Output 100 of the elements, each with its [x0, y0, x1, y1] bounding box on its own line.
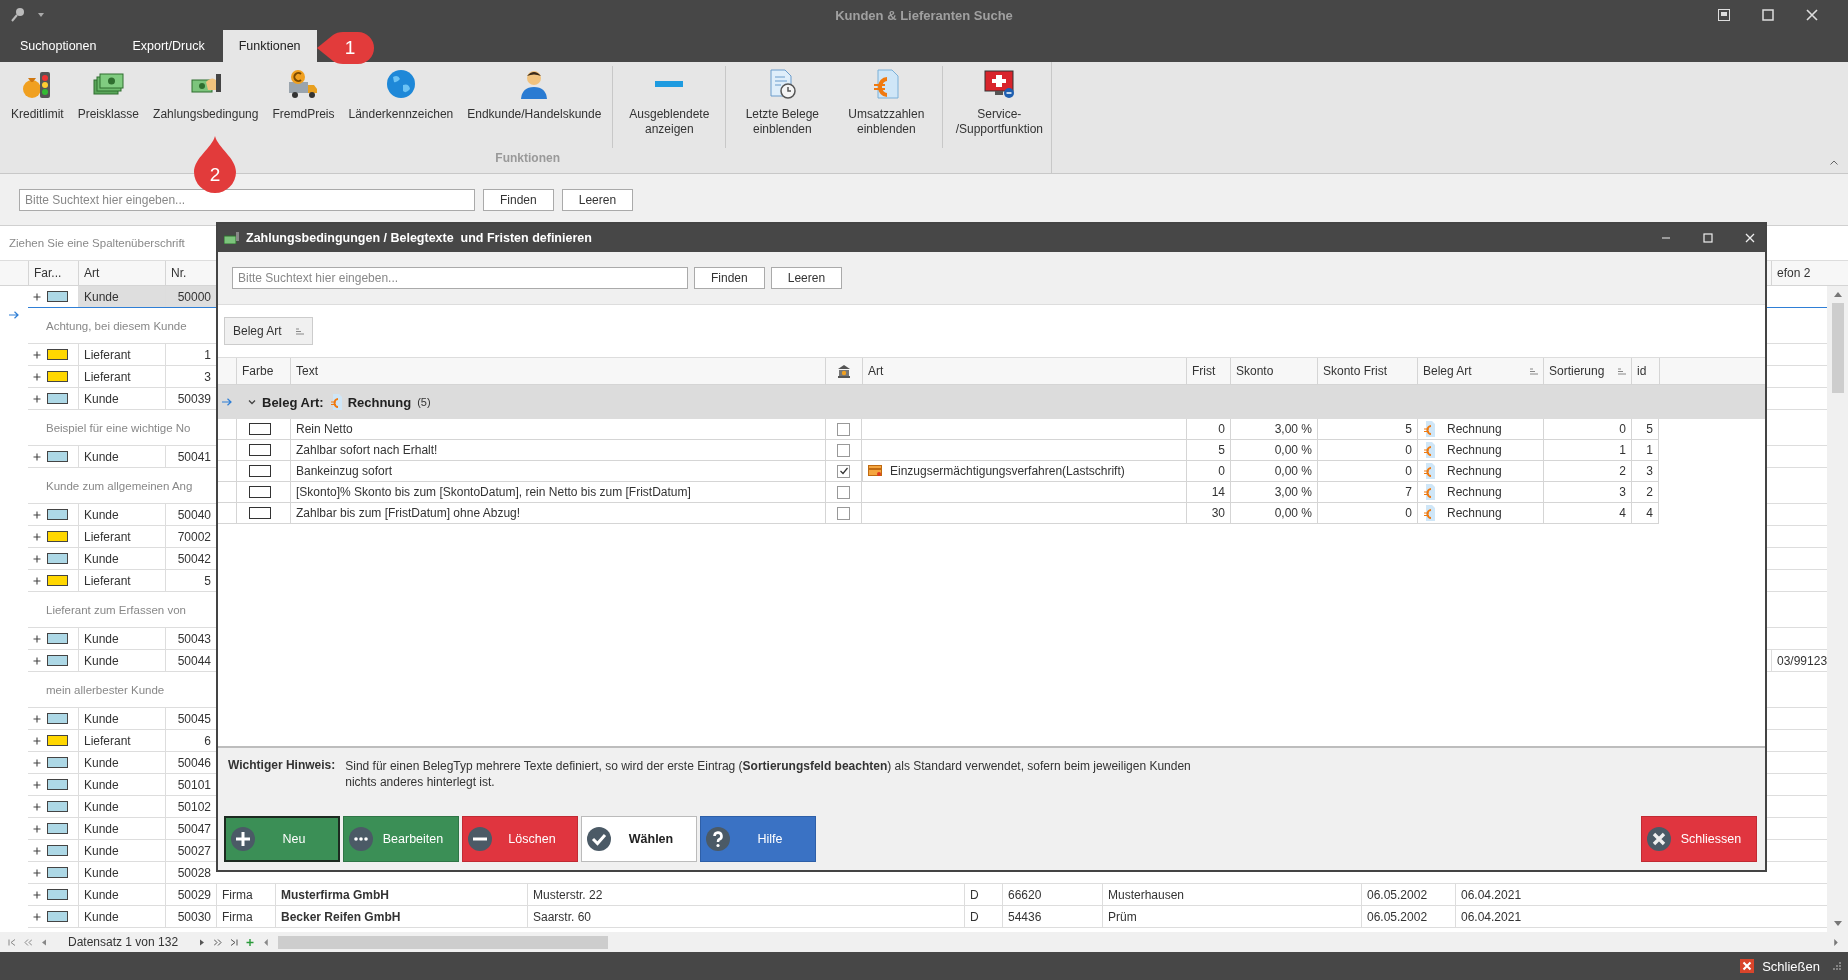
- column-header[interactable]: Text: [290, 358, 825, 384]
- expand-plus-icon[interactable]: [33, 510, 41, 519]
- expand-plus-icon[interactable]: [33, 292, 41, 301]
- ribbon-tab[interactable]: Funktionen: [222, 30, 317, 62]
- maximize-icon[interactable]: [1703, 233, 1713, 243]
- scrollbar-thumb[interactable]: [1831, 303, 1844, 393]
- search-button[interactable]: Leeren: [770, 267, 843, 289]
- column-header[interactable]: Far...: [28, 261, 78, 285]
- column-header[interactable]: id: [1631, 358, 1659, 384]
- column-header[interactable]: Art: [78, 261, 165, 285]
- group-label: Beleg Art:: [262, 394, 324, 410]
- column-header[interactable]: Skonto Frist: [1317, 358, 1417, 384]
- expand-plus-icon[interactable]: [33, 532, 41, 541]
- table-cell: Prüm: [1102, 906, 1259, 927]
- maximize-icon[interactable]: [1762, 9, 1774, 21]
- hint-text: Sind für einen BelegTyp mehrere Texte definiert, so wird der erste Eintrag (Sortierungsfeld beachten) als Standard verwendet, sofern beim jeweiligen Kunden nichts anderes hinterlegt ist.: [345, 758, 1192, 790]
- table-cell: Kunde: [78, 884, 165, 905]
- close-button[interactable]: Schliessen: [1641, 816, 1757, 862]
- last-record-icon[interactable]: [230, 938, 239, 946]
- expand-plus-icon[interactable]: [33, 372, 41, 381]
- choose-button[interactable]: Wählen: [581, 816, 697, 862]
- close-icon[interactable]: [1745, 233, 1755, 243]
- table-cell: 06.05.2002: [1361, 906, 1455, 927]
- scrollbar-thumb[interactable]: [278, 935, 609, 949]
- scroll-up-icon[interactable]: [1833, 292, 1842, 297]
- resize-grip-icon[interactable]: [1832, 961, 1842, 971]
- checkbox[interactable]: [837, 464, 850, 478]
- checkbox[interactable]: [837, 506, 850, 520]
- table-cell: 3,00 %: [1230, 419, 1317, 439]
- close-icon[interactable]: [1806, 9, 1818, 21]
- column-header[interactable]: Art: [862, 358, 1186, 384]
- expand-plus-icon[interactable]: [33, 736, 41, 745]
- scroll-down-icon[interactable]: [1833, 921, 1842, 926]
- globe-icon: [384, 68, 417, 100]
- checkbox[interactable]: [837, 485, 850, 499]
- ribbon-button[interactable]: Ausgeblendete anzeigen: [617, 62, 722, 148]
- expand-plus-icon[interactable]: [33, 802, 41, 811]
- expand-plus-icon[interactable]: [33, 656, 41, 665]
- table-cell: Kunde: [78, 818, 165, 839]
- add-record-icon[interactable]: [246, 938, 255, 946]
- column-header[interactable]: Beleg Art: [1417, 358, 1543, 384]
- column-header[interactable]: efon 2: [1771, 261, 1827, 285]
- dialog-title: Zahlungsbedingungen / Belegtexte und Fristen definieren: [246, 231, 592, 245]
- expand-plus-icon[interactable]: [33, 576, 41, 585]
- expand-plus-icon[interactable]: [33, 868, 41, 877]
- checkbox[interactable]: [837, 443, 850, 457]
- color-swatch: [249, 486, 271, 498]
- bank-icon[interactable]: [837, 364, 851, 378]
- scroll-right-icon[interactable]: [1832, 938, 1840, 946]
- expand-plus-icon[interactable]: [33, 394, 41, 403]
- new-button[interactable]: Neu: [224, 816, 340, 862]
- search-button[interactable]: Finden: [694, 267, 765, 289]
- check-icon: [587, 827, 611, 851]
- ribbon-tab[interactable]: Suchoptionen: [2, 30, 115, 62]
- search-button[interactable]: Finden: [483, 188, 554, 211]
- ribbon-button[interactable]: Service- /Supportfunktion: [947, 62, 1052, 148]
- help-button[interactable]: Hilfe: [700, 816, 816, 862]
- expand-plus-icon[interactable]: [33, 554, 41, 563]
- table-cell: D: [964, 906, 1002, 927]
- expand-plus-icon[interactable]: [33, 846, 41, 855]
- card-icon: [868, 465, 882, 477]
- search-field[interactable]: Bitte Suchtext hier eingeben...: [19, 188, 475, 211]
- ribbon-button[interactable]: Umsatzzahlen einblenden: [834, 62, 939, 148]
- previous-icon[interactable]: [40, 938, 48, 946]
- next-icon[interactable]: [198, 938, 207, 946]
- expand-plus-icon[interactable]: [33, 890, 41, 899]
- column-header[interactable]: Frist: [1186, 358, 1230, 384]
- expand-plus-icon[interactable]: [33, 824, 41, 833]
- group-chip[interactable]: Beleg Art: [224, 317, 313, 345]
- expand-plus-icon[interactable]: [33, 758, 41, 767]
- expand-plus-icon[interactable]: [33, 714, 41, 723]
- ribbon-button[interactable]: Letzte Belege einblenden: [730, 62, 835, 148]
- delete-button[interactable]: Löschen: [462, 816, 578, 862]
- search-button[interactable]: Leeren: [561, 188, 634, 211]
- scroll-left-icon[interactable]: [262, 938, 271, 946]
- table-cell: Kunde: [78, 650, 165, 671]
- checkbox[interactable]: [837, 422, 850, 436]
- expand-plus-icon[interactable]: [33, 634, 41, 643]
- close-button[interactable]: Schließen: [1740, 958, 1820, 974]
- expand-plus-icon[interactable]: [33, 780, 41, 789]
- first-record-icon[interactable]: [8, 938, 16, 946]
- edit-button[interactable]: Bearbeiten: [343, 816, 459, 862]
- chevron-icon[interactable]: [248, 398, 256, 406]
- search-field[interactable]: Bitte Suchtext hier eingeben...: [232, 267, 688, 289]
- table-cell: 50000: [165, 286, 216, 307]
- expand-plus-icon[interactable]: [33, 350, 41, 359]
- ribbon-button[interactable]: Kreditlimit: [4, 62, 71, 148]
- column-header[interactable]: Sortierung: [1543, 358, 1631, 384]
- column-header[interactable]: Farbe: [236, 358, 290, 384]
- table-cell: 0,00 %: [1230, 503, 1317, 523]
- window-icon[interactable]: [1718, 9, 1730, 21]
- ribbon-tab[interactable]: Export/Druck: [114, 30, 223, 62]
- expand-plus-icon[interactable]: [33, 912, 41, 921]
- chevron-up-icon[interactable]: [1830, 160, 1838, 165]
- close-icon: [1740, 959, 1755, 973]
- expand-plus-icon[interactable]: [33, 452, 41, 461]
- column-header[interactable]: Skonto: [1230, 358, 1317, 384]
- ribbon-button[interactable]: Preisklasse: [70, 62, 147, 148]
- caret-down-icon[interactable]: [38, 13, 44, 17]
- ribbon-button[interactable]: Endkunde/Handelskunde: [460, 62, 609, 148]
